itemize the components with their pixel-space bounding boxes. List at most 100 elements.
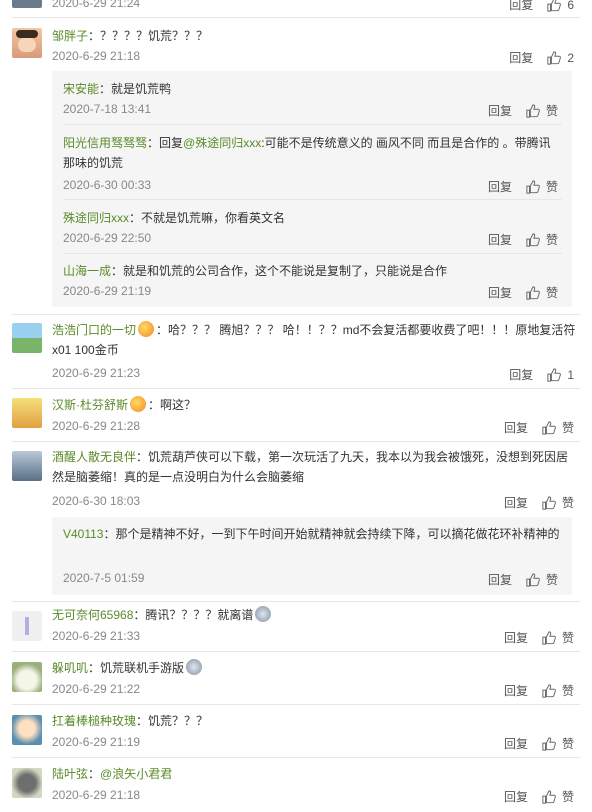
divider [12, 651, 580, 652]
thumb-up-icon [526, 232, 540, 247]
like-button[interactable]: 赞 [542, 788, 574, 805]
comment-username[interactable]: 无可奈何65968 [52, 608, 133, 622]
reply-username[interactable]: 宋安能 [63, 82, 99, 96]
comment-username[interactable]: 陆叶弦 [52, 767, 88, 781]
avatar[interactable] [12, 398, 42, 428]
comment-time: 2020-6-29 21:18 [52, 788, 141, 802]
reply-username[interactable]: V40113 [63, 527, 103, 541]
comment-time: 2020-6-29 21:23 [52, 366, 141, 380]
like-button[interactable]: 6 [547, 0, 574, 12]
comment-username[interactable]: 酒醒人散无良伴 [52, 450, 136, 464]
avatar[interactable] [12, 323, 42, 353]
reply-button[interactable]: 回复 [504, 494, 528, 511]
comment-username[interactable]: 躲叽叽 [52, 661, 88, 675]
colon: ： [136, 450, 149, 464]
reply-button[interactable]: 回复 [504, 419, 528, 436]
comment-time: 2020-6-29 21:18 [52, 49, 141, 63]
reply-button[interactable]: 回复 [488, 102, 512, 119]
mention-link[interactable]: @浪矢小君君 [100, 767, 172, 781]
thumb-up-icon [547, 0, 562, 12]
reply-button[interactable]: 回复 [509, 49, 533, 66]
reply-button[interactable]: 回复 [488, 284, 512, 301]
reply-button[interactable]: 回复 [504, 629, 528, 646]
colon: ： [103, 527, 116, 541]
like-button[interactable]: 赞 [542, 735, 574, 752]
colon: ： [136, 714, 149, 728]
reply-button[interactable]: 回复 [509, 0, 533, 13]
reply-text: 就是饥荒鸭 [111, 82, 172, 96]
like-button[interactable]: 赞 [526, 571, 558, 588]
reply-button[interactable]: 回复 [488, 231, 512, 248]
reply-button[interactable]: 回复 [509, 366, 533, 383]
avatar[interactable] [12, 28, 42, 58]
colon: ： [147, 136, 160, 150]
reply-time: 2020-7-18 13:41 [63, 102, 152, 116]
like-button[interactable]: 赞 [542, 682, 574, 699]
shocked-emoji-icon [186, 659, 203, 675]
colon: ： [88, 29, 101, 43]
avatar[interactable] [12, 451, 42, 481]
comment-username[interactable]: 汉斯·杜芬舒斯 [52, 398, 128, 412]
comment-time: 2020-6-30 18:03 [52, 494, 141, 508]
like-label: 赞 [545, 180, 558, 194]
comment-time: 2020-6-29 21:28 [52, 419, 141, 433]
colon: ： [133, 608, 146, 622]
reply-username[interactable]: 阳光信用驽驽驽 [63, 136, 147, 150]
like-label: 赞 [561, 421, 574, 435]
reply-button[interactable]: 回复 [504, 682, 528, 699]
reply-button[interactable]: 回复 [488, 178, 512, 195]
like-button[interactable]: 赞 [526, 284, 558, 301]
comment-username[interactable]: 浩浩门口的一切 [52, 323, 136, 337]
avatar[interactable] [12, 768, 42, 798]
like-button[interactable]: 赞 [542, 494, 574, 511]
comment-username[interactable]: 扛着棒槌种玫瑰 [52, 714, 136, 728]
mention-link[interactable]: @殊途同归xxx [183, 136, 261, 150]
like-label: 赞 [545, 233, 558, 247]
thumb-up-icon [526, 179, 540, 194]
reply-username[interactable]: 山海一成 [63, 264, 111, 278]
like-button[interactable]: 赞 [542, 629, 574, 646]
avatar[interactable] [12, 0, 42, 8]
like-label: 赞 [561, 790, 574, 804]
thumb-up-icon [542, 495, 556, 510]
fan-badge-icon [138, 321, 155, 337]
reply-button[interactable]: 回复 [504, 735, 528, 752]
like-label: 赞 [561, 631, 574, 645]
reply-button[interactable]: 回复 [504, 788, 528, 805]
reply-prefix: 回复 [159, 136, 184, 150]
colon: ： [111, 264, 124, 278]
like-button[interactable]: 赞 [526, 231, 558, 248]
reply-time: 2020-7-5 01:59 [63, 571, 145, 585]
like-button[interactable]: 2 [547, 51, 574, 65]
like-button[interactable]: 赞 [526, 178, 558, 195]
divider [12, 441, 580, 442]
like-button[interactable]: 1 [547, 368, 574, 382]
reply-time: 2020-6-29 21:19 [63, 284, 152, 298]
thumb-up-icon [542, 736, 556, 751]
like-label: 赞 [561, 737, 574, 751]
divider [12, 757, 580, 758]
divider [12, 704, 580, 705]
like-button[interactable]: 赞 [526, 102, 558, 119]
like-label: 赞 [561, 684, 574, 698]
like-label: 赞 [561, 496, 574, 510]
comment-text: ？？？？饥荒？？？ [100, 29, 209, 43]
thumb-up-icon [547, 367, 562, 382]
thumb-up-icon [526, 103, 540, 118]
thumb-up-icon [542, 630, 556, 645]
comment-username[interactable]: 邹胖子 [52, 29, 88, 43]
reply-text: 那个是精神不好，一到下午时间开始就精神就会持续下降，可以摘花做花环补精神的 [115, 527, 560, 541]
comment-text: 腾讯？？？？就离谱 [145, 608, 254, 622]
thumb-up-icon [526, 572, 540, 587]
reply-button[interactable]: 回复 [488, 571, 512, 588]
comment-text: 饥荒联机手游版 [100, 661, 185, 675]
avatar[interactable] [12, 715, 42, 745]
thumb-up-icon [526, 285, 540, 300]
like-button[interactable]: 赞 [542, 419, 574, 436]
comment-time: 2020-6-29 21:24 [52, 0, 141, 10]
avatar[interactable] [12, 662, 42, 692]
reply-username[interactable]: 殊途同归xxx [63, 211, 129, 225]
avatar[interactable] [12, 611, 42, 641]
colon: ： [156, 323, 169, 337]
divider [12, 314, 580, 315]
